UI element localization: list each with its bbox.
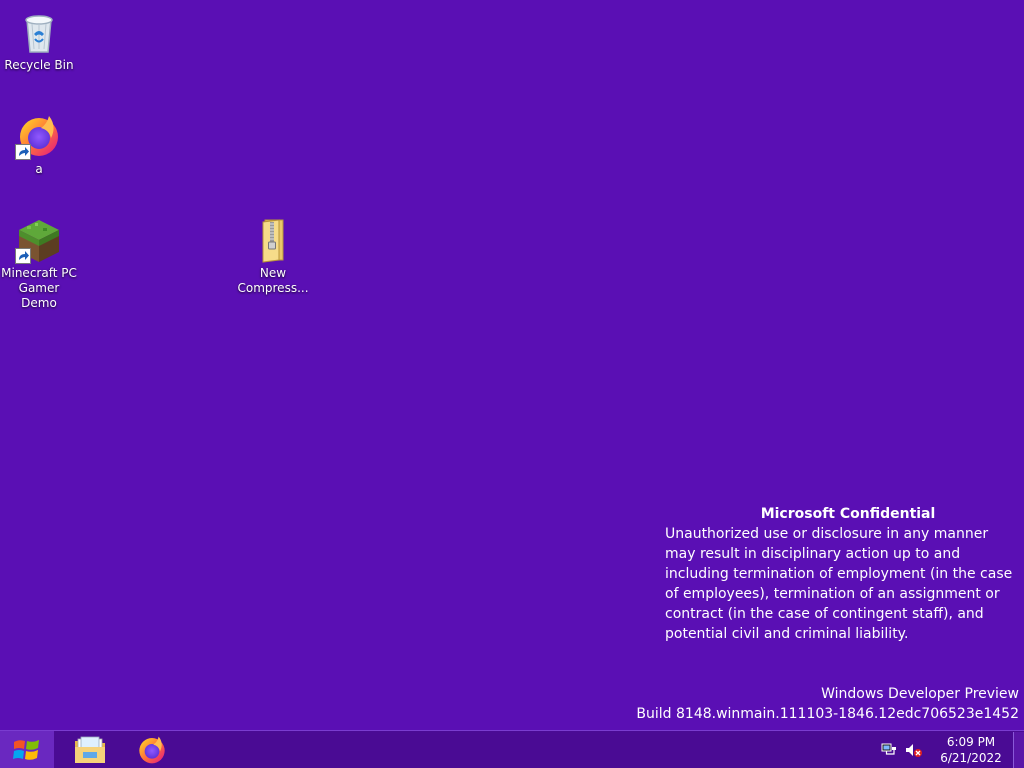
- volume-muted-icon: [906, 743, 922, 757]
- show-desktop-button[interactable]: [1013, 731, 1024, 768]
- taskbar-file-explorer[interactable]: [70, 731, 110, 768]
- clock-date: 6/21/2022: [940, 750, 1002, 765]
- confidential-watermark: Microsoft Confidential Unauthorized use …: [659, 504, 1019, 644]
- start-button[interactable]: [0, 731, 54, 768]
- clock-time: 6:09 PM: [946, 734, 996, 749]
- tray-volume[interactable]: [905, 742, 923, 758]
- zip-folder-icon: [249, 216, 297, 264]
- network-icon: [881, 743, 896, 755]
- taskbar-clock[interactable]: 6:09 PM 6/21/2022: [937, 734, 1005, 766]
- build-string: Build 8148.winmain.111103-1846.12edc7065…: [636, 706, 1019, 722]
- desktop: Recycle Bin a Minecraft PC Gamer Demo Ne…: [0, 0, 1024, 730]
- taskbar-firefox[interactable]: [132, 731, 172, 768]
- desktop-icon-firefox-shortcut[interactable]: a: [0, 112, 78, 177]
- desktop-icon-label: a: [35, 162, 43, 176]
- firefox-icon: [139, 736, 165, 763]
- product-name: Windows Developer Preview: [821, 686, 1019, 702]
- desktop-icon-label: New Compress...: [237, 266, 309, 295]
- build-info: Windows Developer Preview Build 8148.win…: [636, 684, 1019, 724]
- desktop-icon-label: Minecraft PC Gamer Demo: [1, 266, 77, 310]
- desktop-icon-recycle-bin[interactable]: Recycle Bin: [0, 8, 78, 73]
- file-explorer-icon: [75, 736, 105, 763]
- watermark-title: Microsoft Confidential: [760, 506, 936, 522]
- minecraft-grass-block-icon: [15, 216, 63, 264]
- firefox-icon: [15, 112, 63, 160]
- desktop-icon-label: Recycle Bin: [4, 58, 74, 72]
- system-tray: 6:09 PM 6/21/2022: [881, 731, 1024, 768]
- desktop-icon-compressed-folder[interactable]: New Compress...: [234, 216, 312, 296]
- windows-logo-icon: [13, 739, 39, 760]
- shortcut-arrow-icon: [15, 248, 31, 264]
- watermark-body: Unauthorized use or disclosure in any ma…: [665, 526, 1013, 642]
- taskbar: 6:09 PM 6/21/2022: [0, 730, 1024, 768]
- tray-network[interactable]: [881, 742, 897, 758]
- recycle-bin-icon: [15, 8, 63, 56]
- desktop-icon-minecraft[interactable]: Minecraft PC Gamer Demo: [0, 216, 78, 311]
- shortcut-arrow-icon: [15, 144, 31, 160]
